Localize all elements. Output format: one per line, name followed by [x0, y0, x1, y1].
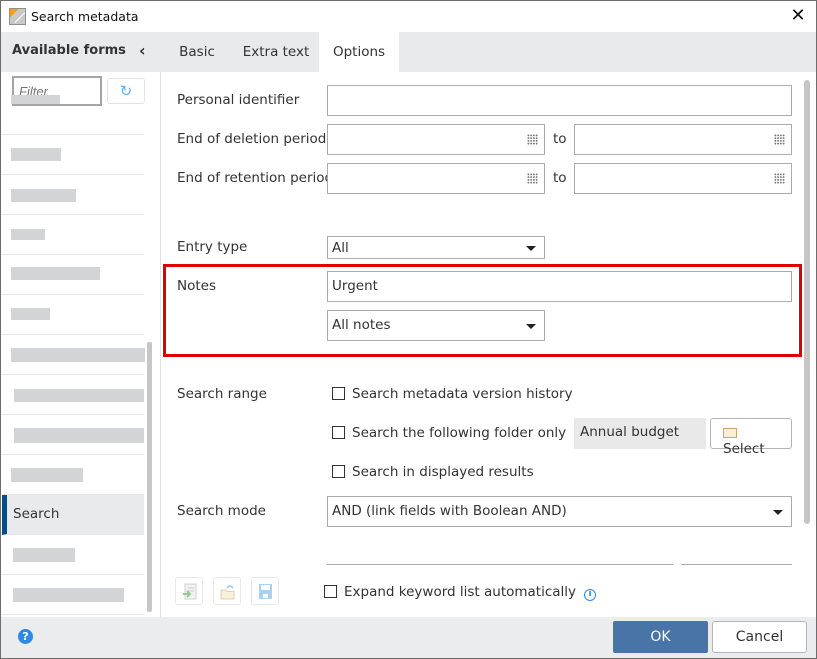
list-item-search[interactable]: Search [2, 495, 144, 535]
notes-label: Notes [177, 278, 216, 294]
folder-only-checkbox[interactable]: Search the following folder onlyi [332, 425, 587, 442]
sidebar-title: Available forms [12, 43, 126, 58]
entry-type-label: Entry type [177, 239, 248, 255]
calendar-icon[interactable] [774, 134, 785, 145]
expand-keywords-checkbox[interactable]: Expand keyword list automatically i [324, 584, 597, 601]
search-mode-select[interactable]: AND (link fields with Boolean AND) [327, 496, 792, 527]
sidebar-header: Available forms ‹ [1, 32, 161, 72]
deletion-to-label: to [553, 131, 567, 147]
personal-identifier-label: Personal identifier [177, 92, 300, 108]
search-mode-label: Search mode [177, 503, 266, 519]
folder-refresh-icon [220, 585, 235, 600]
tab-basic[interactable]: Basic [161, 32, 233, 72]
list-item[interactable] [2, 415, 144, 455]
info-icon[interactable]: i [584, 589, 597, 601]
dialog-footer: ? OK Cancel [1, 617, 816, 658]
version-history-checkbox[interactable]: Search metadata version history [332, 386, 573, 402]
cancel-button[interactable]: Cancel [712, 621, 807, 653]
tab-options[interactable]: Options [319, 32, 399, 72]
retention-to-label: to [553, 170, 567, 186]
partial-field [327, 564, 673, 574]
entry-type-select[interactable]: All [327, 236, 545, 259]
displayed-results-checkbox[interactable]: Search in displayed results [332, 464, 534, 480]
retention-period-from-input[interactable] [327, 163, 545, 194]
list-item[interactable] [2, 255, 144, 295]
notes-scope-value: All notes [332, 317, 391, 333]
app-icon [9, 8, 26, 25]
tab-bar: Basic Extra text Options [161, 32, 816, 72]
forms-sidebar: ↻ Search [1, 72, 161, 617]
list-item[interactable] [2, 215, 144, 255]
list-item[interactable] [2, 375, 144, 415]
select-folder-button[interactable]: Select [710, 418, 792, 457]
personal-identifier-input[interactable] [327, 85, 792, 116]
entry-type-value: All [332, 240, 349, 256]
close-icon[interactable]: ✕ [788, 6, 808, 26]
list-item[interactable] [2, 295, 144, 335]
notes-input[interactable]: Urgent [327, 271, 792, 302]
deletion-period-from-input[interactable] [327, 124, 545, 155]
collapse-sidebar-icon[interactable]: ‹ [139, 41, 146, 60]
ok-button[interactable]: OK [613, 621, 708, 653]
options-panel: Personal identifier End of deletion peri… [162, 72, 816, 617]
content-scrollbar[interactable] [804, 80, 810, 524]
chevron-down-icon [526, 246, 536, 251]
save-icon [259, 584, 272, 599]
search-metadata-dialog: Search metadata ✕ Available forms ‹ Basi… [0, 0, 817, 659]
list-item[interactable] [2, 455, 144, 495]
list-item[interactable] [2, 535, 144, 575]
folder-icon [723, 428, 737, 438]
calendar-icon[interactable] [527, 134, 538, 145]
save-search-button[interactable] [251, 577, 279, 605]
retention-period-to-input[interactable] [574, 163, 792, 194]
list-item[interactable] [2, 135, 144, 175]
help-icon[interactable]: ? [18, 629, 33, 644]
calendar-icon[interactable] [527, 173, 538, 184]
title-bar: Search metadata ✕ [1, 1, 816, 32]
notes-scope-select[interactable]: All notes [327, 310, 545, 341]
sidebar-scrollbar[interactable] [147, 342, 152, 612]
partial-field [681, 564, 792, 574]
load-search-button[interactable] [175, 577, 203, 605]
open-search-button[interactable] [213, 577, 241, 605]
window-title: Search metadata [31, 9, 139, 24]
calendar-icon[interactable] [774, 173, 785, 184]
chevron-down-icon [526, 324, 536, 329]
search-mode-value: AND (link fields with Boolean AND) [332, 503, 567, 519]
deletion-period-label: End of deletion period [177, 131, 327, 147]
list-item[interactable] [2, 575, 144, 615]
list-item[interactable] [2, 335, 145, 375]
load-icon [183, 583, 197, 600]
tab-extra-text[interactable]: Extra text [233, 32, 319, 72]
deletion-period-to-input[interactable] [574, 124, 792, 155]
chevron-down-icon [773, 510, 783, 515]
search-range-label: Search range [177, 386, 267, 402]
list-item[interactable] [2, 95, 144, 135]
folder-field: Annual budget [574, 418, 706, 449]
list-item-label: Search [13, 506, 60, 522]
retention-period-label: End of retention period [177, 170, 334, 186]
list-item[interactable] [2, 175, 144, 215]
